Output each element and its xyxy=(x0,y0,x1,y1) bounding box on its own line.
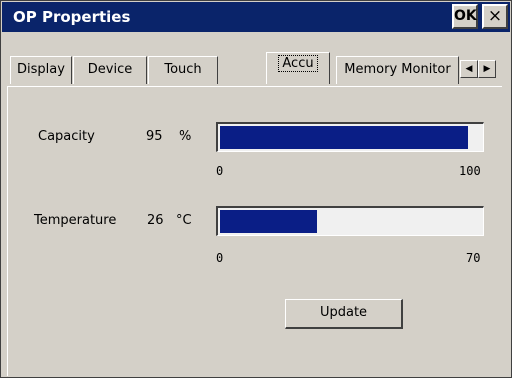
temperature-progress-fill xyxy=(220,210,317,233)
capacity-progress-fill xyxy=(220,126,468,149)
tab-scroll-left-button[interactable]: ◀ xyxy=(460,60,478,78)
tab-memory-monitor-label: Memory Monitor xyxy=(344,62,451,77)
capacity-max-label: 100 xyxy=(459,164,481,178)
capacity-min-label: 0 xyxy=(216,164,224,178)
temperature-max-label: 70 xyxy=(466,251,481,265)
tab-scroll-right-button[interactable]: ▶ xyxy=(478,60,496,78)
temperature-min-label: 0 xyxy=(216,251,224,265)
tab-display-label: Display xyxy=(17,62,65,77)
tab-display[interactable]: Display xyxy=(10,56,72,84)
close-button[interactable]: × xyxy=(482,4,508,29)
tab-device-label: Device xyxy=(87,62,133,77)
tab-accu[interactable]: Accu xyxy=(266,52,330,84)
capacity-value: 95 xyxy=(146,129,163,144)
ok-button[interactable]: OK xyxy=(452,4,478,29)
tab-touch[interactable]: Touch xyxy=(148,56,218,84)
chevron-left-icon: ◀ xyxy=(465,64,473,74)
temperature-progress-bar xyxy=(216,206,484,236)
update-button[interactable]: Update xyxy=(285,299,403,329)
temperature-unit: °C xyxy=(176,213,192,228)
window-title: OP Properties xyxy=(13,8,131,26)
tab-accu-label: Accu xyxy=(278,55,318,72)
tab-device[interactable]: Device xyxy=(73,56,147,84)
temperature-value: 26 xyxy=(147,213,164,228)
capacity-label: Capacity xyxy=(38,129,95,144)
tab-touch-label: Touch xyxy=(164,62,202,77)
tab-memory-monitor[interactable]: Memory Monitor xyxy=(336,56,459,84)
chevron-right-icon: ▶ xyxy=(483,64,491,74)
title-bar: OP Properties OK × xyxy=(2,2,510,32)
temperature-label: Temperature xyxy=(34,213,117,228)
capacity-unit: % xyxy=(179,129,192,144)
capacity-progress-bar xyxy=(216,122,484,152)
